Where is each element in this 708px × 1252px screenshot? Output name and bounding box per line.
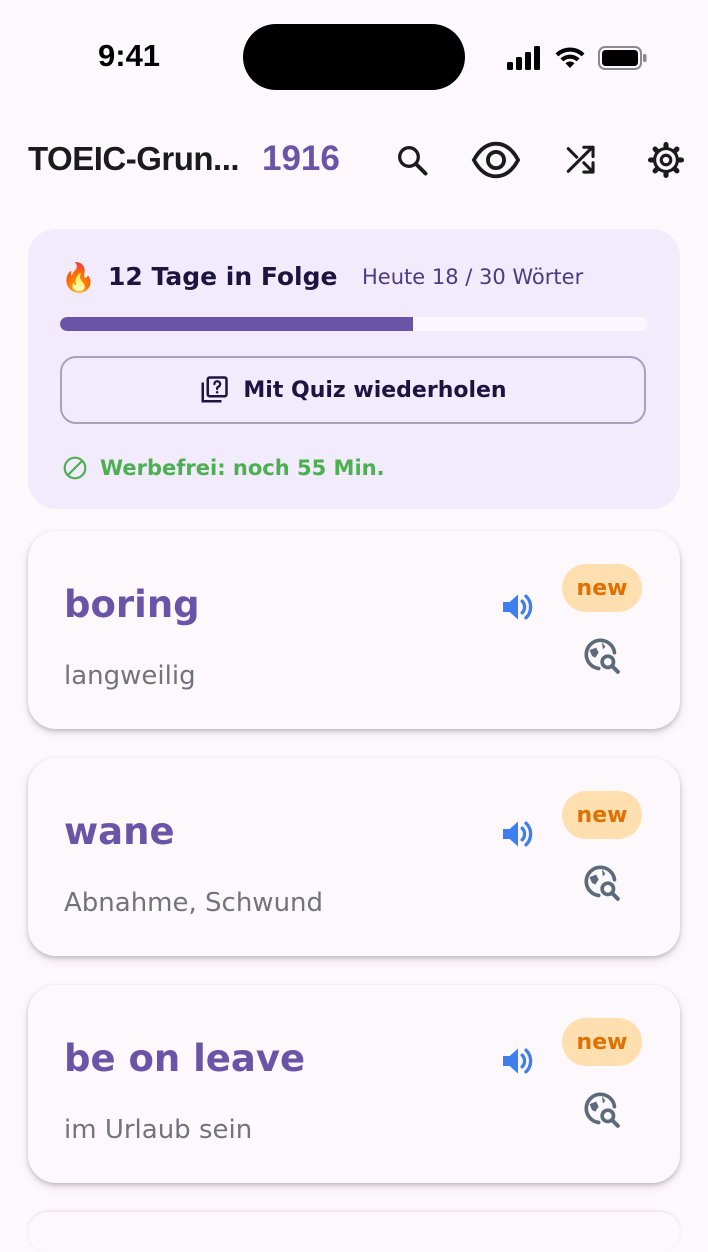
search-icon [398,146,428,176]
shuffle-button[interactable] [555,134,607,186]
speaker-icon [503,594,533,620]
quiz-review-label: Mit Quiz wiederholen [243,377,507,403]
new-badge: new [562,564,642,612]
word-card[interactable]: be on leave im Urlaub sein new [28,985,680,1183]
word-card-partial[interactable] [28,1212,680,1252]
flame-icon: 🔥 [61,261,96,294]
speaker-icon [503,1048,533,1074]
block-icon [63,456,87,480]
travel-explore-icon [584,1092,620,1128]
status-icons [506,42,648,74]
daily-progress-label: Heute 18 / 30 Wörter [362,265,584,289]
pronounce-button[interactable] [494,1037,542,1085]
wifi-icon [555,47,585,68]
new-badge: new [562,1018,642,1066]
ad-free-label: Werbefrei: noch 55 Min. [100,456,385,480]
speaker-icon [503,821,533,847]
status-bar: 9:41 [0,0,708,110]
app-title: TOEIC-Grun... [28,140,240,177]
streak-label: 12 Tage in Folge [108,262,338,291]
travel-explore-icon [584,638,620,674]
word-meaning: langweilig [64,661,196,691]
web-lookup-button[interactable] [580,1088,624,1132]
search-button[interactable] [386,134,438,186]
battery-icon [598,46,647,70]
cellular-signal-icon [507,46,540,70]
dynamic-island [243,24,465,90]
word-term: wane [64,810,175,853]
word-meaning: Abnahme, Schwund [64,888,324,918]
streak-card: 🔥 12 Tage in Folge Heute 18 / 30 Wörter … [28,229,680,509]
settings-button[interactable] [640,134,692,186]
daily-progress-bar [60,317,648,331]
shuffle-icon [566,145,595,174]
ad-free-status: Werbefrei: noch 55 Min. [62,455,385,481]
quiz-review-button[interactable]: Mit Quiz wiederholen [60,356,646,424]
word-card[interactable]: boring langweilig new [28,531,680,729]
app-bar: TOEIC-Grun... 1916 [0,120,708,200]
word-card[interactable]: wane Abnahme, Schwund new [28,758,680,956]
word-count: 1916 [262,139,340,178]
word-meaning: im Urlaub sein [64,1115,253,1145]
daily-progress-fill [60,317,413,331]
word-term: be on leave [64,1037,306,1080]
word-term: boring [64,583,200,626]
web-lookup-button[interactable] [580,634,624,678]
pronounce-button[interactable] [494,583,542,631]
visibility-button[interactable] [470,134,522,186]
quiz-icon [201,376,229,403]
eye-icon [471,141,521,179]
status-time: 9:41 [98,38,161,73]
travel-explore-icon [584,865,620,901]
web-lookup-button[interactable] [580,861,624,905]
new-badge: new [562,791,642,839]
pronounce-button[interactable] [494,810,542,858]
gear-icon [647,141,685,179]
